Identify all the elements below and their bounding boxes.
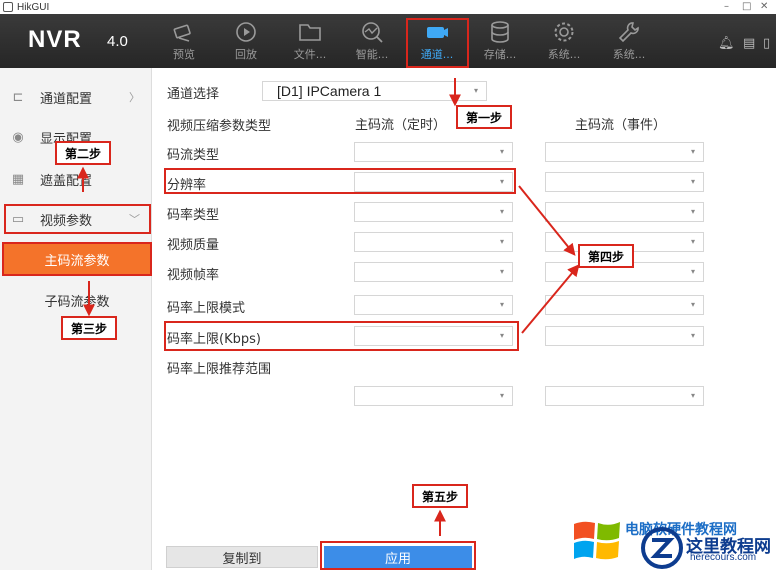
close-icon[interactable]: ✕ — [760, 0, 768, 14]
nav-storage[interactable]: 存储... — [472, 20, 528, 66]
row-label-frame-rate: 视频帧率 — [167, 268, 220, 283]
sidebar-item-channel-config[interactable]: ⊏ 通道配置 〉 — [0, 82, 152, 112]
watermark-z-logo-icon — [641, 527, 683, 569]
col-header-main-timed: 主码流（定时） — [355, 118, 447, 133]
bell-icon[interactable]: 🔔︎ — [718, 36, 735, 51]
chevron-down-icon: ▾ — [690, 391, 695, 400]
highlight-nav-channel — [406, 18, 469, 68]
highlight-main-stream — [2, 242, 152, 276]
nav-system-config[interactable]: 系统... — [536, 20, 592, 66]
watermark: 电脑软硬件教程网 这里教程网 herecours.com — [568, 516, 776, 570]
nav-file[interactable]: 文件... — [282, 20, 338, 66]
row-label-stream-type: 码流类型 — [167, 148, 220, 163]
minimize-icon[interactable]: – — [724, 0, 729, 14]
chevron-down-icon: ▾ — [499, 237, 504, 246]
mask-icon: ▦ — [11, 171, 25, 187]
chevron-down-icon: ▾ — [690, 147, 695, 156]
col-header-main-event: 主码流（事件） — [575, 118, 667, 133]
channel-config-icon: ⊏ — [12, 89, 24, 105]
chevron-down-icon: ▾ — [690, 177, 695, 186]
title-bar: HikGUI – □ ✕ — [0, 0, 776, 14]
highlight-resolution — [164, 168, 516, 194]
gear-icon — [554, 22, 574, 42]
chevron-down-icon: ▾ — [690, 237, 695, 246]
row-label-bitrate-range: 码率上限推荐范围 — [167, 362, 272, 377]
chevron-down-icon: ▾ — [690, 267, 695, 276]
callout-step1: 第一步 — [456, 105, 512, 129]
nav-system-maintenance[interactable]: 系统... — [601, 20, 657, 66]
chevron-down-icon: ▾ — [690, 207, 695, 216]
copy-to-button[interactable]: 复制到 — [166, 546, 318, 568]
playback-icon — [236, 22, 256, 42]
row-label-video-quality: 视频质量 — [167, 238, 220, 253]
nav-playback[interactable]: 回放 — [218, 20, 274, 66]
logo-version: 4.0 — [107, 33, 128, 50]
chevron-down-icon: ▾ — [499, 207, 504, 216]
bitrate-range-timed-dropdown[interactable]: ▾ — [354, 386, 513, 406]
folder-icon — [299, 24, 321, 41]
chevron-down-icon: ▾ — [499, 147, 504, 156]
callout-step3: 第三步 — [61, 316, 117, 340]
bitrate-range-event-dropdown[interactable]: ▾ — [545, 386, 704, 406]
sidebar-sub-sub-stream[interactable]: 子码流参数 — [4, 284, 150, 316]
bitrate-cap-event-dropdown[interactable]: ▾ — [545, 326, 704, 346]
row-label-bitrate-type: 码率类型 — [167, 208, 220, 223]
stream-type-event-dropdown[interactable]: ▾ — [545, 142, 704, 162]
bitrate-cap-mode-event-dropdown[interactable]: ▾ — [545, 295, 704, 315]
callout-step5: 第五步 — [412, 484, 468, 508]
resolution-event-dropdown[interactable]: ▾ — [545, 172, 704, 192]
compression-type-label: 视频压缩参数类型 — [167, 119, 272, 134]
bitrate-type-event-dropdown[interactable]: ▾ — [545, 202, 704, 222]
sidebar-item-mask-config[interactable]: ▦ 遮盖配置 — [0, 164, 152, 194]
logo: NVR — [28, 26, 82, 53]
eye-icon: ◉ — [12, 129, 24, 145]
app-icon — [3, 2, 13, 12]
chevron-down-icon: ▾ — [499, 300, 504, 309]
highlight-bitrate-cap — [164, 321, 519, 351]
user-icon[interactable]: ▯ — [763, 36, 770, 51]
wrench-icon — [618, 22, 639, 43]
chevron-down-icon: ▾ — [690, 300, 695, 309]
nav-smart[interactable]: 智能... — [344, 20, 400, 66]
callout-step4: 第四步 — [578, 244, 634, 268]
chevron-down-icon: ▾ — [690, 331, 695, 340]
chevron-down-icon: ▾ — [499, 391, 504, 400]
channel-select-dropdown[interactable]: [D1] IPCamera 1 ▾ — [262, 81, 487, 101]
video-quality-timed-dropdown[interactable]: ▾ — [354, 232, 513, 252]
frame-rate-timed-dropdown[interactable]: ▾ — [354, 262, 513, 282]
callout-step2: 第二步 — [55, 141, 111, 165]
chevron-right-icon: 〉 — [129, 91, 140, 104]
nav-preview[interactable]: 预览 — [156, 20, 212, 66]
top-nav-bar: NVR 4.0 预览 回放 文件... 智能... 通道... 存储... 系统… — [0, 14, 776, 68]
bitrate-cap-mode-timed-dropdown[interactable]: ▾ — [354, 295, 513, 315]
maximize-icon[interactable]: □ — [742, 0, 751, 14]
windows-logo-icon — [574, 521, 620, 560]
chevron-down-icon: ▾ — [499, 267, 504, 276]
window-title: HikGUI — [17, 1, 50, 13]
row-label-bitrate-cap-mode: 码率上限模式 — [167, 301, 246, 316]
watermark-url: herecours.com — [690, 552, 757, 563]
highlight-apply — [320, 541, 476, 570]
camera-icon — [173, 24, 191, 42]
highlight-video-params — [4, 204, 151, 234]
stream-type-timed-dropdown[interactable]: ▾ — [354, 142, 513, 162]
notes-icon[interactable]: ▤ — [743, 36, 755, 51]
smart-icon — [362, 22, 383, 43]
channel-select-label: 通道选择 — [167, 87, 220, 102]
bitrate-type-timed-dropdown[interactable]: ▾ — [354, 202, 513, 222]
chevron-down-icon: ▾ — [473, 86, 478, 95]
storage-icon — [491, 21, 509, 43]
